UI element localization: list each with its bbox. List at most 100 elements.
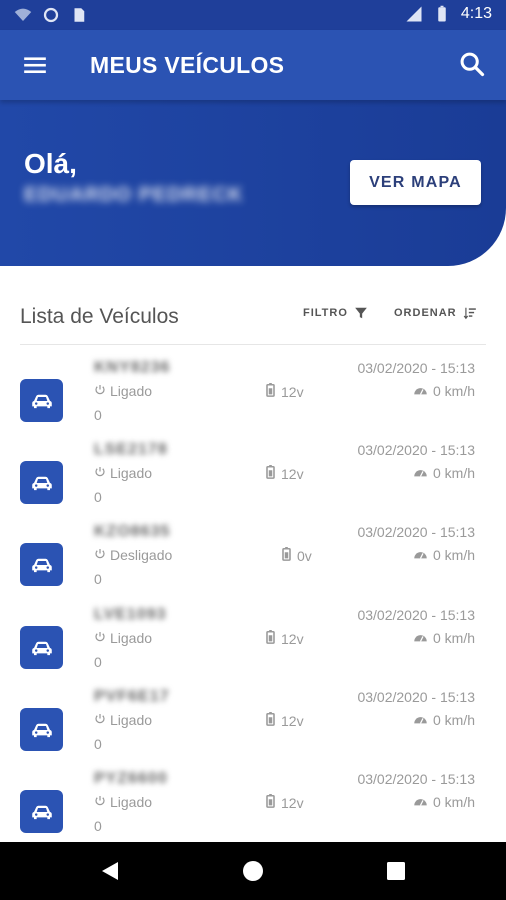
vehicle-speed-label: 0 km/h: [432, 794, 475, 810]
last-update-datetime: 03/02/2020 - 15:13: [357, 524, 475, 540]
ignition-status-label: Desligado: [110, 547, 173, 563]
battery-voltage-label: 12v: [281, 383, 304, 400]
battery-voltage: 12v: [266, 712, 304, 729]
speedometer-icon: [413, 383, 428, 399]
ignition-status-label: Ligado: [110, 630, 153, 646]
ignition-status-label: Ligado: [110, 712, 153, 728]
battery-voltage-label: 12v: [281, 794, 304, 811]
ignition-status-label: Ligado: [110, 794, 153, 810]
battery-voltage: 12v: [266, 794, 304, 811]
ignition-status-label: Ligado: [110, 383, 153, 399]
ver-mapa-button[interactable]: VER MAPA: [350, 160, 481, 205]
vehicle-speed: 0 km/h: [413, 547, 475, 563]
vehicle-value: 0: [94, 571, 102, 587]
vehicle-plate: PVF6E17: [94, 688, 170, 705]
vehicle-speed: 0 km/h: [413, 712, 475, 728]
battery-voltage: 0v: [282, 547, 312, 564]
vehicle-speed: 0 km/h: [413, 383, 475, 399]
last-update-datetime: 03/02/2020 - 15:13: [357, 442, 475, 458]
sort-button[interactable]: ORDENAR: [394, 306, 477, 320]
status-bar: 4:13: [0, 0, 506, 30]
car-icon: [20, 379, 63, 422]
battery-icon: [438, 5, 446, 22]
vehicle-value: 0: [94, 407, 102, 423]
ignition-status: Ligado: [94, 712, 152, 728]
vehicle-item[interactable]: KZO8635 Desligado 0 0v 03/02/2020 - 15:13 0 k…: [0, 521, 506, 603]
back-icon[interactable]: [98, 859, 122, 883]
filter-label: FILTRO: [303, 307, 348, 319]
battery-voltage: 12v: [266, 630, 304, 647]
ignition-status: Ligado: [94, 465, 152, 481]
user-name: EDUARDO PEDRECK: [24, 184, 244, 206]
filter-icon: [355, 307, 367, 319]
vehicle-item[interactable]: LVE1093 Ligado 0 12v 03/02/2020 - 15:13 0 km/…: [0, 604, 506, 686]
vehicle-speed-label: 0 km/h: [432, 547, 475, 563]
car-icon: [20, 626, 63, 669]
battery-icon: [266, 630, 275, 647]
search-icon[interactable]: [458, 50, 486, 78]
battery-voltage-label: 12v: [281, 630, 304, 647]
page-title: MEUS VEÍCULOS: [90, 52, 285, 78]
speedometer-icon: [413, 794, 428, 810]
last-update-datetime: 03/02/2020 - 15:13: [357, 771, 475, 787]
menu-icon[interactable]: [22, 52, 48, 78]
car-icon: [20, 461, 63, 504]
app-bar: MEUS VEÍCULOS: [0, 30, 506, 100]
vehicle-item[interactable]: KNY8236 Ligado 0 12v 03/02/2020 - 15:13 0 km/…: [0, 357, 506, 439]
sort-icon: [463, 307, 476, 320]
vehicle-plate: LSE2178: [94, 441, 168, 458]
battery-icon: [266, 465, 275, 482]
vehicle-value: 0: [94, 736, 102, 752]
vehicle-value: 0: [94, 489, 102, 505]
vehicle-value: 0: [94, 654, 102, 670]
vehicle-value: 0: [94, 818, 102, 834]
signal-icon: [406, 6, 422, 22]
vehicle-speed-label: 0 km/h: [432, 712, 475, 728]
vehicle-speed: 0 km/h: [413, 630, 475, 646]
ignition-status: Ligado: [94, 383, 152, 399]
car-icon: [20, 708, 63, 751]
sim-card-icon: [74, 8, 85, 22]
ignition-status: Ligado: [94, 794, 152, 810]
list-header: Lista de Veículos FILTRO ORDENAR: [20, 300, 486, 345]
vehicle-speed: 0 km/h: [413, 794, 475, 810]
speedometer-icon: [413, 630, 428, 646]
speedometer-icon: [413, 712, 428, 728]
vehicle-plate: PYZ6600: [94, 770, 168, 787]
battery-voltage: 12v: [266, 383, 304, 400]
recents-icon[interactable]: [384, 859, 408, 883]
vehicle-plate: KZO8635: [94, 523, 171, 540]
wifi-icon: [14, 8, 32, 21]
car-icon: [20, 543, 63, 586]
battery-voltage-label: 12v: [281, 712, 304, 729]
ignition-status-label: Ligado: [110, 465, 153, 481]
battery-icon: [266, 712, 275, 729]
power-icon: [94, 547, 106, 563]
sync-icon: [43, 7, 59, 23]
list-title: Lista de Veículos: [20, 305, 179, 328]
vehicle-speed-label: 0 km/h: [432, 383, 475, 399]
vehicle-item[interactable]: LSE2178 Ligado 0 12v 03/02/2020 - 15:13 0 km/…: [0, 439, 506, 521]
vehicle-plate: LVE1093: [94, 606, 167, 623]
speedometer-icon: [413, 547, 428, 563]
battery-icon: [266, 794, 275, 811]
vehicle-item[interactable]: PYZ6600 Ligado 0 12v 03/02/2020 - 15:13 0 km/…: [0, 768, 506, 850]
greeting-banner: Olá, EDUARDO PEDRECK VER MAPA: [0, 100, 506, 266]
power-icon: [94, 465, 106, 481]
vehicle-item[interactable]: PVF6E17 Ligado 0 12v 03/02/2020 - 15:13 0 km/…: [0, 686, 506, 768]
battery-voltage-label: 12v: [281, 465, 304, 482]
power-icon: [94, 630, 106, 646]
battery-voltage-label: 0v: [297, 547, 312, 564]
home-icon[interactable]: [241, 859, 265, 883]
vehicle-speed-label: 0 km/h: [432, 465, 475, 481]
battery-icon: [282, 547, 291, 564]
speedometer-icon: [413, 465, 428, 481]
power-icon: [94, 383, 106, 399]
last-update-datetime: 03/02/2020 - 15:13: [357, 360, 475, 376]
battery-voltage: 12v: [266, 465, 304, 482]
ignition-status: Desligado: [94, 547, 172, 563]
sort-label: ORDENAR: [394, 307, 457, 319]
last-update-datetime: 03/02/2020 - 15:13: [357, 607, 475, 623]
power-icon: [94, 712, 106, 728]
filter-button[interactable]: FILTRO: [303, 306, 368, 320]
